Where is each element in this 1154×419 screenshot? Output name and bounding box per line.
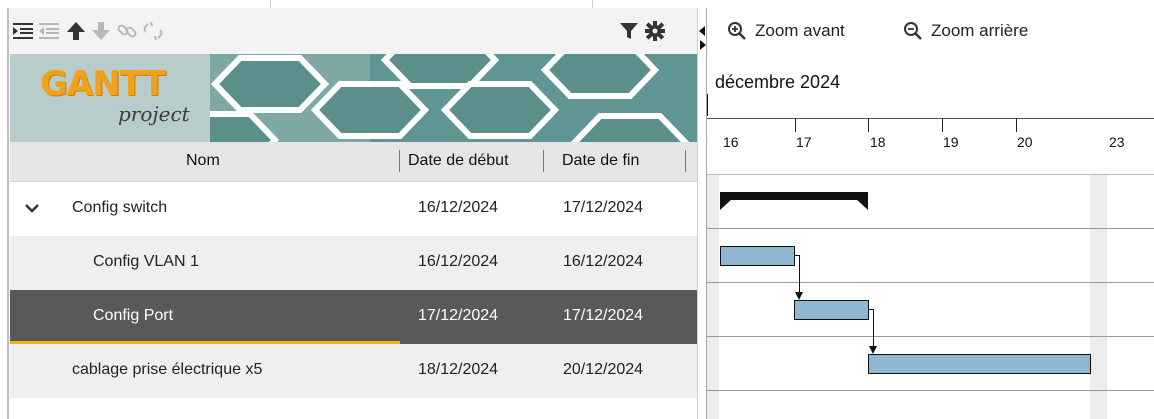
row-gridline — [707, 228, 1154, 229]
top-strip-divider — [592, 0, 593, 8]
move-down-icon[interactable] — [90, 20, 112, 42]
day-tick — [942, 118, 943, 132]
task-name: Config switch — [72, 199, 168, 216]
header-end[interactable]: Date de fin — [562, 152, 639, 170]
header-name[interactable]: Nom — [186, 152, 220, 170]
column-separator[interactable] — [543, 150, 544, 172]
gantt-chart-area[interactable] — [707, 175, 1154, 419]
task-end: 17/12/2024 — [563, 307, 644, 324]
timeline-axis — [707, 118, 1154, 119]
day-label: 20 — [1017, 134, 1033, 150]
gantt-chart-panel: Zoom avant Zoom arrière décembre 2024 16… — [706, 8, 1154, 419]
zoom-toolbar: Zoom avant Zoom arrière — [707, 8, 1154, 54]
summary-task-caps — [720, 199, 868, 210]
chevron-down-icon[interactable] — [24, 200, 40, 216]
dependency-arrow-icon — [795, 292, 803, 300]
day-tick — [795, 118, 796, 132]
logo-subtext: project — [118, 102, 190, 126]
table-row-selected[interactable]: Config Port 17/12/2024 17/12/2024 — [10, 290, 697, 344]
gear-icon[interactable] — [644, 20, 666, 42]
filter-icon[interactable] — [618, 20, 640, 42]
task-bar-config-port[interactable] — [794, 300, 869, 320]
task-bar-cablage[interactable] — [868, 354, 1091, 374]
logo-text: GANTT — [40, 64, 166, 104]
indent-icon[interactable] — [12, 20, 34, 42]
dependency-arrow-icon — [869, 346, 877, 354]
zoom-out-icon — [904, 22, 922, 40]
table-row[interactable]: Config switch 16/12/2024 17/12/2024 — [10, 182, 697, 236]
task-bar-config-vlan[interactable] — [720, 246, 795, 266]
collapse-left-icon[interactable] — [699, 26, 705, 36]
day-label: 17 — [796, 134, 812, 150]
panel-splitter[interactable] — [697, 8, 706, 419]
day-label: 19 — [943, 134, 959, 150]
zoom-out-button[interactable]: Zoom arrière — [903, 21, 1028, 41]
month-tick — [707, 94, 708, 116]
task-start: 16/12/2024 — [418, 253, 499, 270]
zoom-in-icon — [728, 22, 746, 40]
task-table-panel: GANTT project Nom Date de début Date de … — [0, 8, 697, 419]
nonworking-day-column — [707, 175, 719, 419]
table-row[interactable]: Config VLAN 1 16/12/2024 16/12/2024 — [10, 236, 697, 290]
zoom-in-label: Zoom avant — [755, 21, 845, 40]
zoom-out-label: Zoom arrière — [931, 21, 1029, 40]
task-start: 18/12/2024 — [418, 361, 499, 378]
row-gridline — [707, 390, 1154, 391]
unlink-icon[interactable] — [142, 20, 164, 42]
link-icon[interactable] — [116, 20, 138, 42]
table-header: Nom Date de début Date de fin — [10, 142, 697, 182]
day-label: 16 — [723, 134, 739, 150]
ganttproject-banner: GANTT project — [10, 54, 697, 142]
row-gridline — [707, 282, 1154, 283]
top-strip — [0, 0, 1154, 8]
task-end: 20/12/2024 — [563, 361, 644, 378]
day-label: 18 — [870, 134, 886, 150]
zoom-in-button[interactable]: Zoom avant — [727, 21, 845, 41]
task-name: cablage prise électrique x5 — [72, 361, 263, 378]
day-tick — [1016, 118, 1017, 132]
task-name: Config Port — [93, 307, 174, 324]
task-start: 17/12/2024 — [418, 307, 499, 324]
dependency-line — [873, 309, 874, 347]
dependency-line — [799, 255, 800, 293]
day-label: 23 — [1109, 134, 1125, 150]
task-end: 16/12/2024 — [563, 253, 644, 270]
top-strip-divider — [270, 0, 271, 8]
row-gridline — [707, 336, 1154, 337]
header-start[interactable]: Date de début — [408, 152, 509, 170]
weekend-column — [1090, 175, 1107, 419]
month-label: décembre 2024 — [715, 72, 841, 92]
task-toolbar — [10, 8, 697, 54]
panel-border — [7, 8, 9, 419]
table-row[interactable]: cablage prise électrique x5 18/12/2024 2… — [10, 344, 697, 398]
move-up-icon[interactable] — [65, 20, 87, 42]
task-name: Config VLAN 1 — [93, 253, 199, 270]
task-end: 17/12/2024 — [563, 199, 644, 216]
day-tick — [868, 118, 869, 132]
column-separator[interactable] — [399, 150, 400, 172]
task-start: 16/12/2024 — [418, 199, 499, 216]
outdent-icon[interactable] — [38, 20, 60, 42]
column-separator[interactable] — [685, 150, 686, 172]
